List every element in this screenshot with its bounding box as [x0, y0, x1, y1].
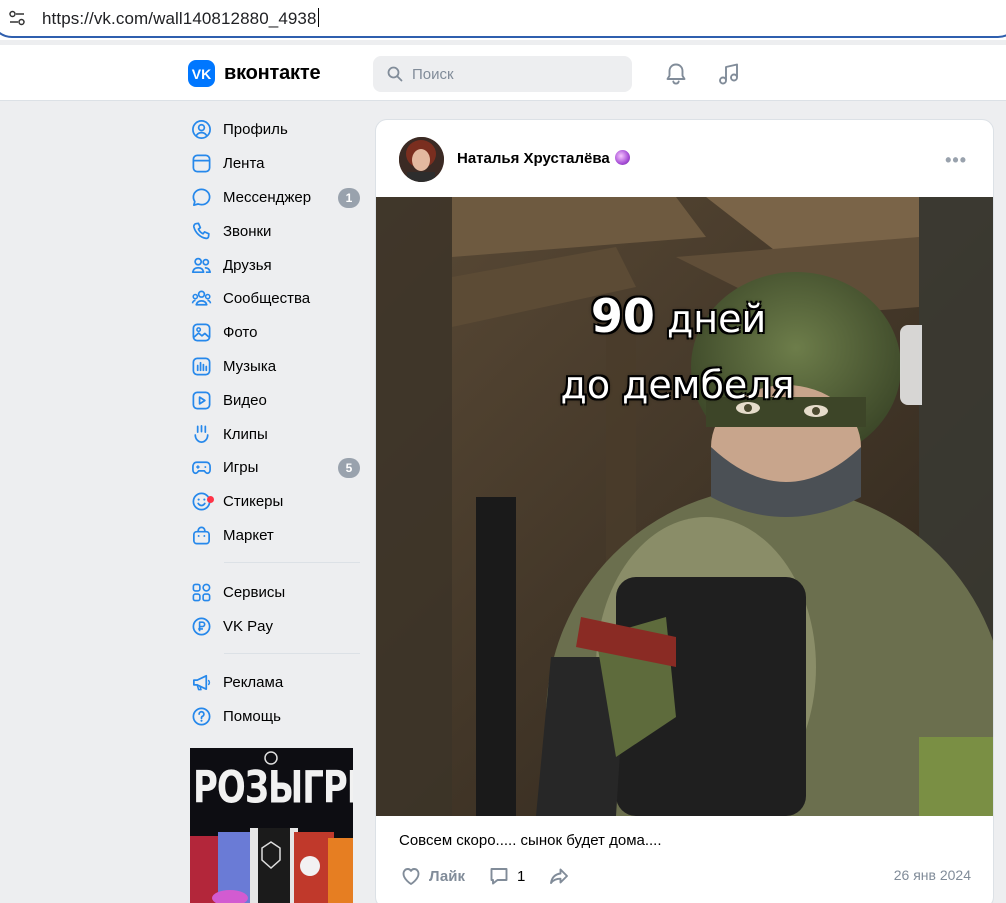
nav-item-music[interactable]: Музыка — [190, 350, 360, 384]
nav-label: Звонки — [223, 222, 272, 240]
new-dot — [207, 495, 214, 503]
share-icon — [550, 868, 569, 884]
nav-label: Сервисы — [223, 583, 286, 601]
smile-icon — [190, 491, 214, 513]
vk-logo[interactable]: VK вконтакте — [188, 60, 321, 87]
nav-label: Друзья — [223, 256, 272, 274]
nav-divider — [224, 562, 360, 564]
logo-text: вконтакте — [224, 62, 321, 84]
heart-icon — [402, 868, 420, 885]
vk-logo-icon: VK — [188, 60, 215, 87]
promo-banner[interactable]: РОЗЫГРЫШ — [190, 748, 353, 903]
nav-label: Клипы — [223, 425, 268, 443]
nav-label: Маркет — [223, 526, 274, 544]
music-icon — [190, 355, 212, 377]
photo-icon — [190, 322, 212, 344]
comment-icon — [490, 868, 508, 885]
nav-label: Игры — [223, 459, 259, 477]
nav-label: Видео — [223, 391, 267, 409]
comments-count: 1 — [516, 867, 526, 885]
nav-label: Профиль — [223, 121, 288, 139]
nav-item-stickers[interactable]: Стикеры — [190, 485, 360, 519]
nav-item-feed[interactable]: Лента — [190, 147, 360, 181]
post-date[interactable]: 26 янв 2024 — [894, 867, 971, 883]
nav-item-help[interactable]: Помощь — [190, 700, 360, 734]
accessibility-handle[interactable] — [900, 325, 922, 405]
nav-item-games[interactable]: Игры 5 — [190, 451, 360, 485]
unread-badge: 1 — [338, 187, 360, 208]
promo-title: РОЗЫГРЫШ — [193, 762, 353, 814]
nav-label: VK Pay — [223, 617, 274, 635]
nav-label: Реклама — [223, 674, 284, 692]
more-options-icon[interactable]: ••• — [945, 150, 967, 171]
nav-item-video[interactable]: Видео — [190, 383, 360, 417]
nav-item-communities[interactable]: Сообщества — [190, 282, 360, 316]
bell-icon[interactable] — [663, 61, 689, 87]
news-feed-icon — [190, 153, 212, 175]
post-photo[interactable]: 90 дней до дембеля — [376, 197, 993, 816]
post-text: Совсем скоро..... сынок будет дома.... — [399, 832, 662, 849]
nav-item-vkpay[interactable]: VK Pay — [190, 609, 360, 643]
nav-label: Стикеры — [223, 493, 284, 511]
chat-bubble-icon — [190, 186, 212, 208]
search-input[interactable]: Поиск — [373, 56, 632, 92]
browser-toolbar: https://vk.com/wall140812880_4938 — [0, 0, 1006, 40]
clips-icon — [190, 423, 212, 445]
nav-label: Фото — [223, 324, 258, 342]
gamepad-icon — [190, 457, 212, 479]
nav-label: Лента — [223, 155, 265, 173]
music-note-icon[interactable] — [716, 61, 742, 87]
vk-header: VK вконтакте Поиск — [0, 45, 1006, 101]
nav-item-ads[interactable]: Реклама — [190, 666, 360, 700]
nav-item-photos[interactable]: Фото — [190, 316, 360, 350]
nav-item-calls[interactable]: Звонки — [190, 214, 360, 248]
post-actions: Лайк 1 — [399, 862, 972, 890]
url-text[interactable]: https://vk.com/wall140812880_4938 — [42, 8, 319, 29]
wall-post: Наталья Хрусталёва ••• 90 дней до дембел… — [375, 119, 994, 903]
author-name[interactable]: Наталья Хрусталёва — [457, 150, 630, 167]
search-icon — [387, 66, 403, 82]
nav-label: Помощь — [223, 708, 281, 726]
crystal-ball-icon — [614, 150, 630, 165]
accessibility-icon — [900, 325, 994, 816]
profile-icon — [190, 119, 212, 141]
video-icon — [190, 389, 212, 411]
nav-item-market[interactable]: Маркет — [190, 519, 360, 553]
megaphone-icon — [190, 672, 212, 694]
search-placeholder: Поиск — [412, 65, 454, 83]
share-button[interactable] — [547, 864, 571, 888]
nav-label: Сообщества — [223, 290, 311, 308]
bag-icon — [190, 524, 212, 546]
phone-icon — [190, 220, 212, 242]
nav-item-profile[interactable]: Профиль — [190, 113, 360, 147]
like-button[interactable]: Лайк — [399, 864, 465, 888]
photo-caption-line1: 90 дней — [590, 289, 767, 343]
communities-icon — [190, 288, 212, 310]
nav-label: Музыка — [223, 357, 277, 375]
friends-icon — [190, 254, 212, 276]
services-icon — [190, 581, 212, 603]
nav-divider — [224, 652, 360, 654]
comment-button[interactable]: 1 — [487, 864, 525, 888]
nav-item-messenger[interactable]: Мессенджер 1 — [190, 181, 360, 215]
nav-label: Мессенджер — [223, 188, 312, 206]
nav-item-friends[interactable]: Друзья — [190, 248, 360, 282]
author-avatar[interactable] — [399, 137, 444, 182]
vkpay-icon — [190, 615, 212, 637]
nav-item-clips[interactable]: Клипы — [190, 417, 360, 451]
nav-item-services[interactable]: Сервисы — [190, 575, 360, 609]
games-badge: 5 — [338, 457, 360, 478]
photo-caption-line2: до дембеля — [560, 363, 795, 407]
left-nav: Профиль Лента Мессенджер 1 Звонки Друзья… — [190, 113, 360, 734]
site-settings-icon[interactable] — [8, 9, 26, 27]
help-icon — [190, 706, 212, 728]
like-label: Лайк — [429, 867, 465, 885]
